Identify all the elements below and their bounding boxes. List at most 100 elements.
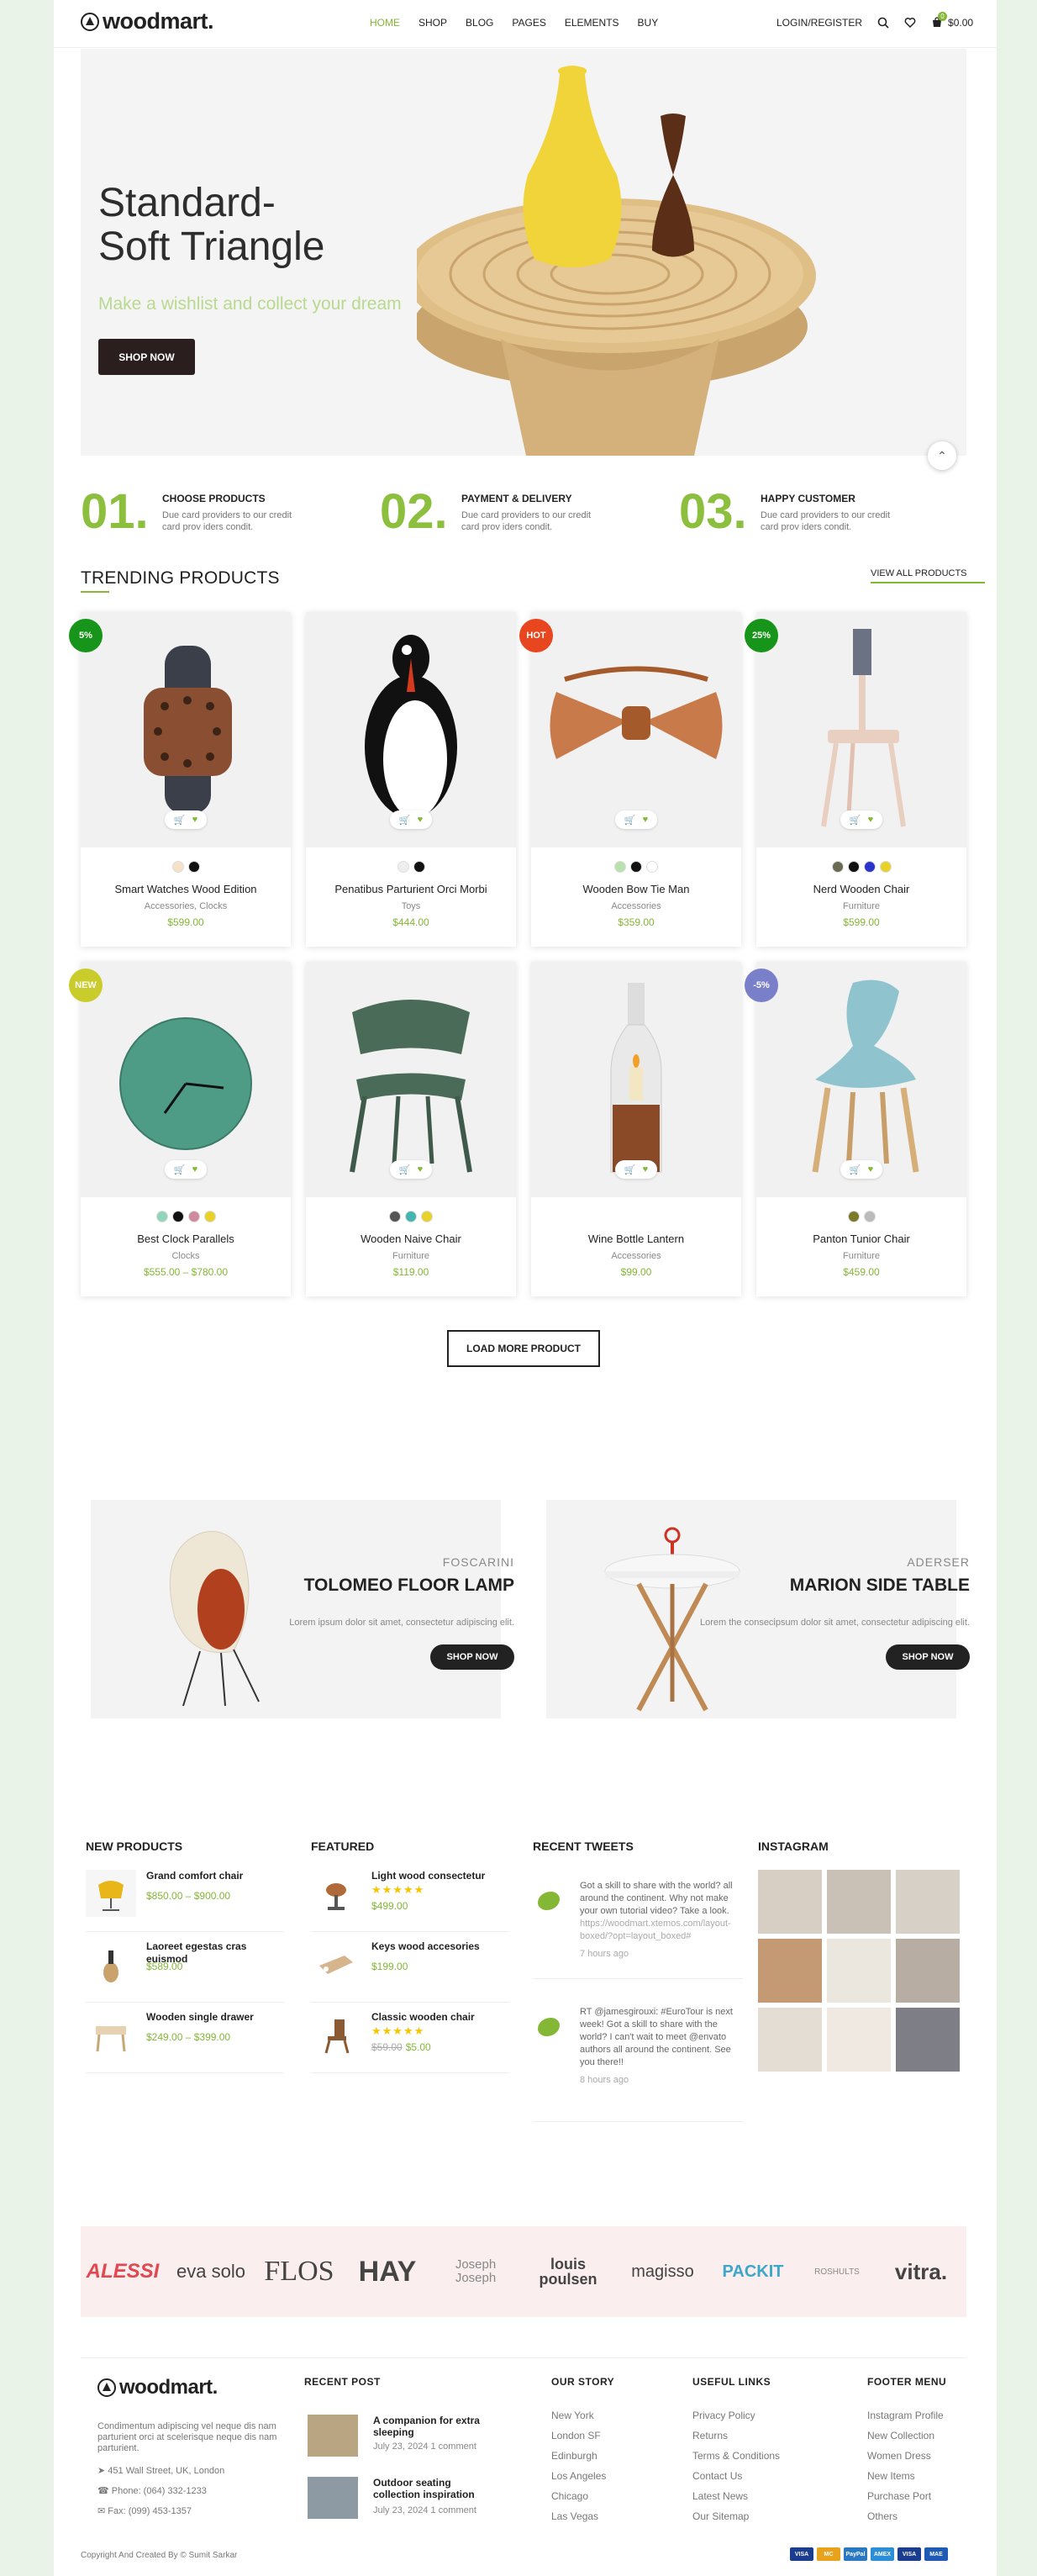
footer-link[interactable]: Purchase Port [867,2490,931,2502]
product-category[interactable]: Furniture [756,1251,966,1261]
brand-logo-hay[interactable]: HAY [345,2226,429,2317]
footer-link[interactable]: New Collection [867,2430,934,2441]
post-thumb[interactable] [308,2477,358,2519]
view-all-products-link[interactable]: VIEW ALL PRODUCTS [871,568,967,578]
heart-icon[interactable]: ♥ [192,815,198,825]
color-swatch[interactable] [630,861,642,873]
product-image[interactable]: 🛒 ♥ [756,612,966,847]
instagram-photo[interactable] [758,2008,822,2072]
color-swatch[interactable] [155,1211,168,1222]
heart-icon[interactable]: ♥ [868,815,874,825]
color-swatch[interactable] [389,1211,401,1222]
cart-icon[interactable]: 🛒 [850,1164,861,1175]
color-swatch[interactable] [187,861,200,873]
widget-product-item[interactable]: Laoreet egestas cras euismod $589.00 [86,1937,284,2003]
color-swatch[interactable] [413,861,425,873]
heart-icon[interactable]: ♥ [192,1164,198,1175]
footer-link[interactable]: Instagram Profile [867,2410,944,2421]
product-category[interactable]: Accessories [531,1251,741,1261]
color-swatch[interactable] [171,861,184,873]
color-swatch[interactable] [847,1211,860,1222]
product-name[interactable]: Wooden Naive Chair [306,1233,516,1245]
brand-logo-packit[interactable]: PACKIT [711,2226,795,2317]
instagram-photo[interactable] [758,1939,822,2003]
instagram-photo[interactable] [896,2008,960,2072]
footer-link[interactable]: Privacy Policy [692,2410,755,2421]
product-category[interactable]: Accessories, Clocks [81,901,291,911]
color-swatch[interactable] [405,1211,417,1222]
instagram-photo[interactable] [896,1870,960,1934]
footer-link[interactable]: Latest News [692,2490,748,2502]
color-swatch[interactable] [187,1211,200,1222]
hero-shop-now-button[interactable]: SHOP NOW [98,339,195,375]
instagram-photo[interactable] [827,1870,891,1934]
widget-featured-item[interactable]: Keys wood accesories $199.00 [311,1937,509,2003]
instagram-photo[interactable] [758,1870,822,1934]
footer-link[interactable]: Our Sitemap [692,2510,749,2522]
product-image[interactable]: 🛒 ♥ [306,962,516,1197]
color-swatch[interactable] [879,861,892,873]
color-swatch[interactable] [397,861,409,873]
widget-product-item[interactable]: Grand comfort chair $850.00 – $900.00 [86,1866,284,1932]
heart-icon[interactable]: ♥ [643,815,649,825]
brand-logo-vitra[interactable]: vitra. [879,2226,963,2317]
footer-link[interactable]: Others [867,2510,898,2522]
footer-link[interactable]: Edinburgh [551,2450,597,2462]
brand-logo-magisso[interactable]: magisso [619,2226,707,2317]
widget-product-name[interactable]: Keys wood accesories [371,1940,509,1953]
brand-logo-roshults[interactable]: ROSHULTS [799,2226,875,2317]
product-image[interactable]: 🛒 ♥ [81,962,291,1197]
product-name[interactable]: Nerd Wooden Chair [756,883,966,895]
footer-link[interactable]: Women Dress [867,2450,931,2462]
product-name[interactable]: Smart Watches Wood Edition [81,883,291,895]
widget-product-name[interactable]: Classic wooden chair [371,2011,509,2024]
promo-banner-table[interactable]: ADERSER MARION SIDE TABLE Lorem the cons… [546,1500,970,1718]
instagram-photo[interactable] [827,2008,891,2072]
product-image[interactable]: 🛒 ♥ [756,962,966,1197]
product-name[interactable]: Best Clock Parallels [81,1233,291,1245]
instagram-photo[interactable] [896,1939,960,2003]
footer-link[interactable]: Los Angeles [551,2470,606,2482]
post-title[interactable]: Outdoor seating collection inspiration [373,2477,491,2500]
product-image[interactable]: 🛒 ♥ [306,612,516,847]
product-image[interactable]: 🛒 ♥ [81,612,291,847]
heart-icon[interactable]: ♥ [643,1164,649,1175]
heart-icon[interactable]: ♥ [418,815,424,825]
footer-link[interactable]: Returns [692,2430,728,2441]
post-thumb[interactable] [308,2415,358,2457]
product-card[interactable]: 🛒 ♥ Wooden Bow Tie Man Accessories $359.0… [531,612,741,947]
footer-link[interactable]: London SF [551,2430,601,2441]
nav-buy[interactable]: BUY [638,17,659,29]
nav-blog[interactable]: BLOG [466,17,493,29]
brand-logo-eva-solo[interactable]: eva solo [169,2226,253,2317]
footer-link[interactable]: New York [551,2410,594,2421]
cart-icon[interactable]: 🛒 [399,1164,411,1175]
load-more-button[interactable]: LOAD MORE PRODUCT [447,1330,600,1367]
cart-icon[interactable]: 🛒 [850,815,861,826]
brand-logo-flos[interactable]: FLOS [257,2226,341,2317]
footer-link[interactable]: New Items [867,2470,915,2482]
color-swatch[interactable] [646,861,658,873]
scroll-to-top-button[interactable]: ⌃ [928,441,956,470]
widget-product-name[interactable]: Grand comfort chair [146,1870,284,1882]
color-swatch[interactable] [171,1211,184,1222]
footer-logo[interactable]: woodmart. [97,2376,218,2399]
nav-pages[interactable]: PAGES [512,17,545,29]
widget-featured-item[interactable]: Classic wooden chair ★★★★★ $59.00 $5.00 [311,2008,509,2073]
product-name[interactable]: Penatibus Parturient Orci Morbi [306,883,516,895]
product-name[interactable]: Wooden Bow Tie Man [531,883,741,895]
product-card[interactable]: 🛒 ♥ Smart Watches Wood Edition Accessorie… [81,612,291,947]
footer-link[interactable]: Terms & Conditions [692,2450,780,2462]
product-card[interactable]: 🛒 ♥ Wine Bottle Lantern Accessories $99.0… [531,962,741,1296]
product-category[interactable]: Furniture [306,1251,516,1261]
product-image[interactable]: 🛒 ♥ [531,962,741,1197]
product-category[interactable]: Clocks [81,1251,291,1261]
footer-link[interactable]: Las Vegas [551,2510,598,2522]
color-swatch[interactable] [421,1211,433,1222]
cart-icon[interactable]: 🛒 [624,815,636,826]
brand-logo-alessi[interactable]: ALESSI [81,2226,165,2317]
wishlist-heart-icon[interactable] [904,17,916,29]
cart-icon[interactable]: 🛒 [624,1164,636,1175]
footer-link[interactable]: Contact Us [692,2470,742,2482]
product-category[interactable]: Furniture [756,901,966,911]
